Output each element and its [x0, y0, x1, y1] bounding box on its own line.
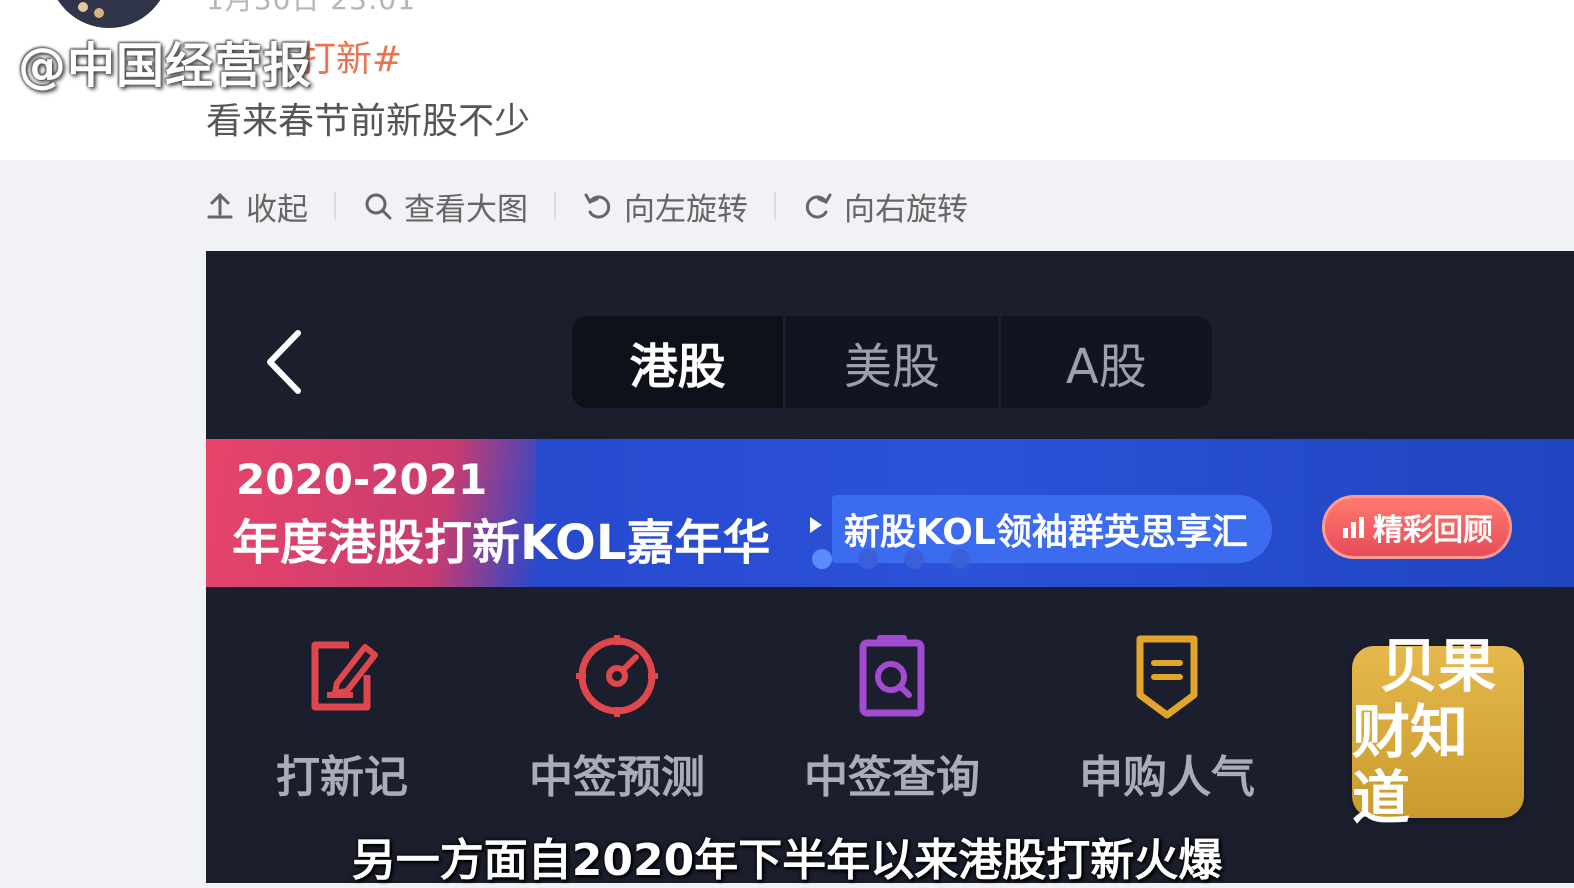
- carousel-dot[interactable]: [950, 549, 970, 569]
- avatar[interactable]: [48, 0, 170, 28]
- image-toolbar: 收起 查看大图 向左旋转 向右旋转: [204, 182, 968, 230]
- toolbar-divider: [554, 192, 556, 220]
- tab-us-stocks[interactable]: 美股: [786, 316, 1001, 408]
- rotate-left-label: 向左旋转: [624, 191, 748, 228]
- shortcut-label: 中签查询: [804, 752, 980, 803]
- carousel-dot[interactable]: [904, 549, 924, 569]
- market-segmented-control: 港股 美股 A股: [572, 316, 1212, 408]
- post-header: 1月30日 23:01 打新# @中国经营报 看来春节前新股不少: [0, 0, 1574, 160]
- rotate-right-button[interactable]: 向右旋转: [802, 184, 968, 229]
- shortcut-subscription-popularity[interactable]: 申购人气: [1047, 631, 1287, 805]
- post-text: 看来春节前新股不少: [206, 101, 531, 142]
- banner-review-label: 精彩回顾: [1373, 513, 1493, 548]
- target-icon: [576, 635, 658, 717]
- search-icon: [365, 193, 392, 220]
- tab-hk-stocks[interactable]: 港股: [572, 316, 787, 408]
- rotate-left-button[interactable]: 向左旋转: [582, 184, 748, 229]
- post-time: 1月30日 23:01: [206, 0, 416, 18]
- back-arrow-icon[interactable]: [258, 327, 308, 397]
- banner-review-button[interactable]: 精彩回顾: [1322, 495, 1512, 559]
- bar-chart-icon: [1343, 517, 1364, 538]
- rotate-right-label: 向右旋转: [844, 191, 968, 228]
- logo-line-1: 贝果: [1379, 632, 1496, 700]
- edit-icon: [311, 641, 378, 711]
- search-doc-icon: [859, 635, 925, 717]
- collapse-label: 收起: [246, 191, 308, 228]
- banner-year: 2020-2021: [236, 455, 488, 504]
- view-large-button[interactable]: 查看大图: [362, 184, 528, 229]
- shortcut-label: 申购人气: [1079, 752, 1255, 803]
- rotate-right-icon: [805, 193, 832, 219]
- play-arrow-icon: [810, 517, 822, 533]
- shortcut-label: 打新记: [276, 752, 408, 803]
- shortcut-label: 中签预测: [529, 752, 705, 803]
- collapse-button[interactable]: 收起: [204, 184, 308, 229]
- carousel-dots: [812, 549, 970, 569]
- promo-banner[interactable]: 2020-2021 年度港股打新KOL嘉年华 新股KOL领袖群英思享汇 精彩回顾: [206, 439, 1574, 587]
- toolbar-divider: [334, 192, 336, 220]
- toolbar-divider: [774, 192, 776, 220]
- carousel-dot[interactable]: [858, 549, 878, 569]
- banner-title: 年度港股打新KOL嘉年华: [232, 515, 771, 571]
- video-caption: 另一方面自2020年下半年以来港股打新火爆: [351, 835, 1223, 886]
- logo-line-2: 财知道: [1352, 698, 1469, 832]
- channel-logo: 贝果 财知道: [1352, 633, 1524, 831]
- badge-icon: [1136, 635, 1198, 719]
- carousel-dot[interactable]: [812, 549, 832, 569]
- hashtag-link[interactable]: 打新#: [300, 30, 402, 82]
- view-large-label: 查看大图: [404, 191, 528, 228]
- shortcut-lottery-query[interactable]: 中签查询: [772, 631, 1012, 805]
- rotate-left-icon: [584, 193, 611, 219]
- shortcut-ipo-diary[interactable]: 打新记: [222, 631, 462, 805]
- upload-arrow-icon: [207, 192, 233, 219]
- tab-a-shares[interactable]: A股: [1001, 316, 1212, 408]
- watermark-text: @中国经营报: [18, 38, 313, 94]
- shortcut-lottery-prediction[interactable]: 中签预测: [497, 631, 737, 805]
